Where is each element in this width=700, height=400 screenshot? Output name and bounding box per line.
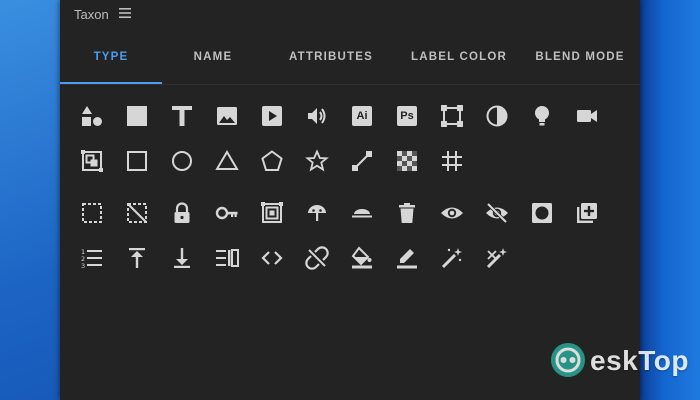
transform-bounds-icon[interactable] bbox=[437, 101, 467, 131]
grid-hash-icon[interactable] bbox=[437, 146, 467, 176]
adjustment-layer-icon[interactable] bbox=[482, 101, 512, 131]
illustrator-file-icon[interactable]: Ai bbox=[347, 101, 377, 131]
pentagon-outline-icon[interactable] bbox=[257, 146, 287, 176]
trash-icon[interactable] bbox=[392, 198, 422, 228]
star-outline-icon[interactable] bbox=[302, 146, 332, 176]
solo-icon[interactable] bbox=[527, 198, 557, 228]
square-outline-icon[interactable] bbox=[122, 146, 152, 176]
photoshop-label: Ps bbox=[400, 110, 414, 122]
shapes-icon[interactable] bbox=[77, 101, 107, 131]
magic-wand-icon[interactable] bbox=[437, 243, 467, 273]
code-icon[interactable] bbox=[257, 243, 287, 273]
triangle-outline-icon[interactable] bbox=[212, 146, 242, 176]
collapse-layer-icon[interactable] bbox=[347, 198, 377, 228]
shy-layer-icon[interactable] bbox=[302, 198, 332, 228]
panel-titlebar: Taxon bbox=[60, 0, 640, 28]
watermark-text: eskTop bbox=[590, 345, 689, 376]
precomp-icon[interactable] bbox=[77, 146, 107, 176]
tab-name[interactable]: NAME bbox=[162, 30, 264, 84]
illustrator-label: Ai bbox=[356, 110, 368, 122]
tab-label-color[interactable]: LABEL COLOR bbox=[398, 30, 520, 84]
numbered-list-icon[interactable]: 123 bbox=[77, 243, 107, 273]
align-list-icon[interactable] bbox=[212, 243, 242, 273]
audio-icon[interactable] bbox=[302, 101, 332, 131]
text-icon[interactable] bbox=[167, 101, 197, 131]
solid-square-icon[interactable] bbox=[122, 101, 152, 131]
selection-dashed-icon[interactable] bbox=[77, 198, 107, 228]
eye-hidden-icon[interactable] bbox=[482, 198, 512, 228]
light-bulb-icon[interactable] bbox=[527, 101, 557, 131]
hamburger-menu-icon[interactable] bbox=[118, 6, 132, 20]
tab-divider bbox=[60, 84, 640, 85]
checkerboard-icon[interactable] bbox=[392, 146, 422, 176]
image-icon[interactable] bbox=[212, 101, 242, 131]
key-icon[interactable] bbox=[212, 198, 242, 228]
move-to-top-icon[interactable] bbox=[122, 243, 152, 273]
no-selection-icon[interactable] bbox=[122, 198, 152, 228]
taxon-panel: Taxon TYPE NAME ATTRIBUTES LABEL COLOR B… bbox=[60, 0, 688, 400]
pencil-edit-icon[interactable] bbox=[392, 243, 422, 273]
precomp-nested-icon[interactable] bbox=[257, 198, 287, 228]
photoshop-file-icon[interactable]: Ps bbox=[392, 101, 422, 131]
filter-tabs: TYPE NAME ATTRIBUTES LABEL COLOR BLEND M… bbox=[60, 30, 640, 84]
circle-outline-icon[interactable] bbox=[167, 146, 197, 176]
panel-title: Taxon bbox=[74, 7, 109, 22]
tab-type[interactable]: TYPE bbox=[60, 30, 162, 84]
svg-text:3: 3 bbox=[81, 262, 85, 270]
path-line-icon[interactable] bbox=[347, 146, 377, 176]
watermark-logo-icon bbox=[551, 343, 585, 377]
tab-blend-mode[interactable]: BLEND MODE bbox=[520, 30, 640, 84]
move-to-bottom-icon[interactable] bbox=[167, 243, 197, 273]
add-layer-icon[interactable] bbox=[572, 198, 602, 228]
camera-icon[interactable] bbox=[572, 101, 602, 131]
fill-bucket-icon[interactable] bbox=[347, 243, 377, 273]
eye-icon[interactable] bbox=[437, 198, 467, 228]
unlink-icon[interactable] bbox=[302, 243, 332, 273]
tab-attributes[interactable]: ATTRIBUTES bbox=[264, 30, 398, 84]
watermark-logo: eskTop bbox=[548, 340, 698, 384]
magic-wand-off-icon[interactable] bbox=[482, 243, 512, 273]
video-play-icon[interactable] bbox=[257, 101, 287, 131]
lock-icon[interactable] bbox=[167, 198, 197, 228]
